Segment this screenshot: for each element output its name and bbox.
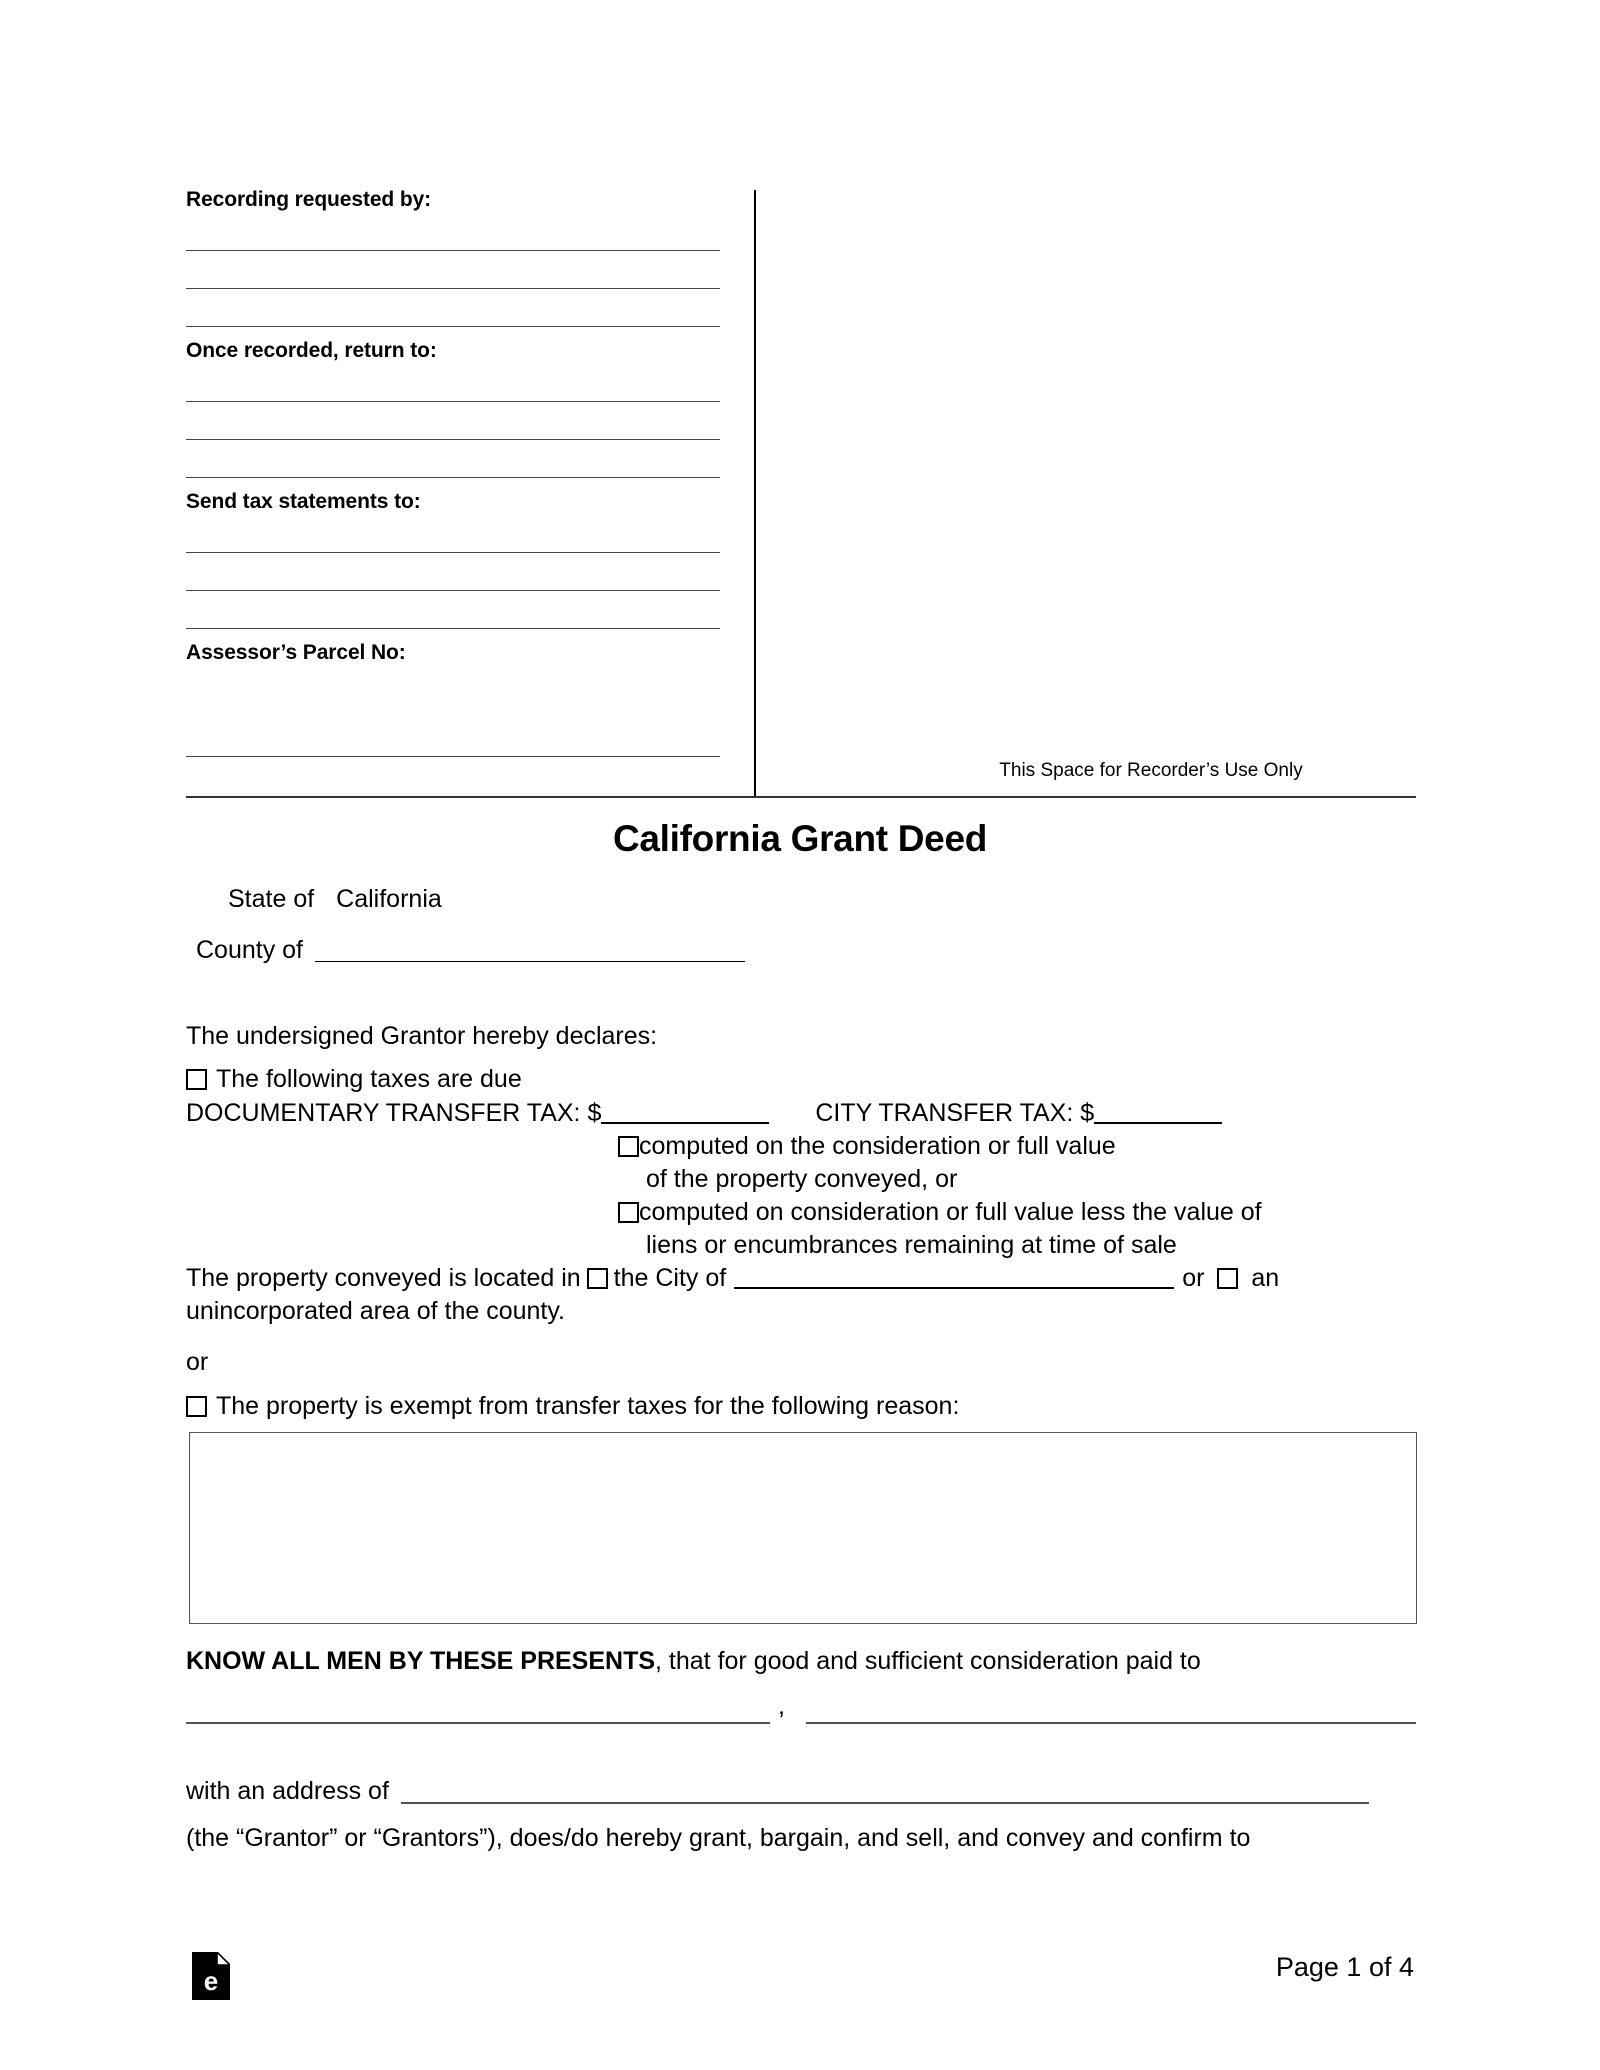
computed-option-one-checkbox[interactable] <box>618 1136 639 1157</box>
grantor-name-separator: , <box>778 1692 785 1720</box>
send-tax-statements-to-label: Send tax statements to: <box>186 490 421 513</box>
recording-block-vertical-divider <box>754 190 756 798</box>
taxes-due-row: The following taxes are due <box>186 1063 522 1096</box>
unincorporated-checkbox[interactable] <box>1217 1268 1239 1289</box>
property-location-suffix: an <box>1251 1264 1280 1292</box>
exempt-checkbox[interactable] <box>186 1396 207 1417</box>
exempt-row: The property is exempt from transfer tax… <box>186 1390 959 1423</box>
recording-block-bottom-rule <box>186 796 1416 798</box>
recording-header-block: Recording requested by: Once recorded, r… <box>186 188 1416 800</box>
state-row: State of California <box>228 885 442 914</box>
city-checkbox[interactable] <box>586 1268 608 1289</box>
grantor-address-row: with an address of <box>186 1775 1369 1808</box>
taxes-due-label: The following taxes are due <box>216 1065 522 1093</box>
recorder-use-note: This Space for Recorder’s Use Only <box>999 760 1303 781</box>
county-label: County of <box>196 936 304 964</box>
recording-requested-by-line-1[interactable] <box>186 250 720 251</box>
recording-left-column: Recording requested by: Once recorded, r… <box>186 188 746 800</box>
computed-option-two-label: computed on consideration or full value … <box>639 1198 1262 1226</box>
county-row: County of <box>196 936 746 965</box>
property-location-or: or <box>1182 1264 1205 1292</box>
computed-option-two-label-line-2: liens or encumbrances remaining at time … <box>646 1231 1177 1259</box>
return-to-line-2[interactable] <box>186 439 720 440</box>
tax-statements-line-2[interactable] <box>186 590 720 591</box>
grantor-address-label: with an address of <box>186 1777 389 1805</box>
know-all-men-heading: KNOW ALL MEN BY THESE PRESENTS <box>186 1647 656 1675</box>
once-recorded-return-to-label: Once recorded, return to: <box>186 339 437 362</box>
grantor-definition-text: (the “Grantor” or “Grantors”), does/do h… <box>186 1824 1251 1852</box>
return-to-line-1[interactable] <box>186 401 720 402</box>
city-of-label: the City of <box>613 1264 727 1292</box>
svg-text:e: e <box>204 1966 218 1996</box>
eforms-logo-icon: e <box>192 1952 230 2000</box>
computed-option-two-checkbox[interactable] <box>618 1202 639 1223</box>
city-name-input[interactable] <box>734 1267 1175 1289</box>
county-input[interactable] <box>315 937 746 962</box>
documentary-transfer-tax-label: DOCUMENTARY TRANSFER TAX: $ <box>186 1099 602 1127</box>
taxes-due-checkbox[interactable] <box>186 1069 207 1090</box>
declarations-intro: The undersigned Grantor hereby declares: <box>186 1022 658 1050</box>
recording-requested-by-line-3[interactable] <box>186 326 720 327</box>
know-all-men-rest: , that for good and sufficient considera… <box>655 1647 1201 1675</box>
document-page: Recording requested by: Once recorded, r… <box>0 0 1600 2070</box>
recording-requested-by-label: Recording requested by: <box>186 188 432 211</box>
tax-statements-line-1[interactable] <box>186 552 720 553</box>
grantor-name-one-input[interactable] <box>186 1722 770 1724</box>
or-separator: or <box>186 1348 209 1376</box>
city-transfer-tax-label: CITY TRANSFER TAX: $ <box>815 1099 1095 1127</box>
state-value: California <box>336 885 442 913</box>
property-location-row: The property conveyed is located in the C… <box>186 1262 1279 1295</box>
property-location-line-2: unincorporated area of the county. <box>186 1297 565 1325</box>
property-location-prefix: The property conveyed is located in <box>186 1264 581 1292</box>
computed-option-one-label-line-2: of the property conveyed, or <box>646 1165 958 1193</box>
exempt-reason-textarea[interactable] <box>189 1432 1417 1624</box>
computed-option-two-row: computed on consideration or full value … <box>618 1196 1262 1229</box>
state-label: State of <box>228 885 315 913</box>
know-all-men-row: KNOW ALL MEN BY THESE PRESENTS, that for… <box>186 1645 1201 1678</box>
tax-statements-line-3[interactable] <box>186 628 720 629</box>
recording-requested-by-line-2[interactable] <box>186 288 720 289</box>
page-number: Page 1 of 4 <box>1275 1952 1414 1982</box>
assessors-parcel-no-label: Assessor’s Parcel No: <box>186 641 406 664</box>
grantor-name-two-input[interactable] <box>806 1722 1416 1724</box>
return-to-line-3[interactable] <box>186 477 720 478</box>
exempt-label: The property is exempt from transfer tax… <box>216 1392 960 1420</box>
grantor-address-input[interactable] <box>400 1780 1369 1804</box>
assessors-parcel-no-line[interactable] <box>186 756 720 757</box>
documentary-transfer-tax-input[interactable] <box>601 1102 770 1124</box>
city-transfer-tax-input[interactable] <box>1094 1102 1223 1124</box>
page-title: California Grant Deed <box>612 818 988 859</box>
computed-option-one-row: computed on the consideration or full va… <box>618 1130 1116 1163</box>
transfer-tax-amounts-row: DOCUMENTARY TRANSFER TAX: $ CITY TRANSFER… <box>186 1097 1223 1130</box>
computed-option-one-label: computed on the consideration or full va… <box>639 1132 1116 1160</box>
